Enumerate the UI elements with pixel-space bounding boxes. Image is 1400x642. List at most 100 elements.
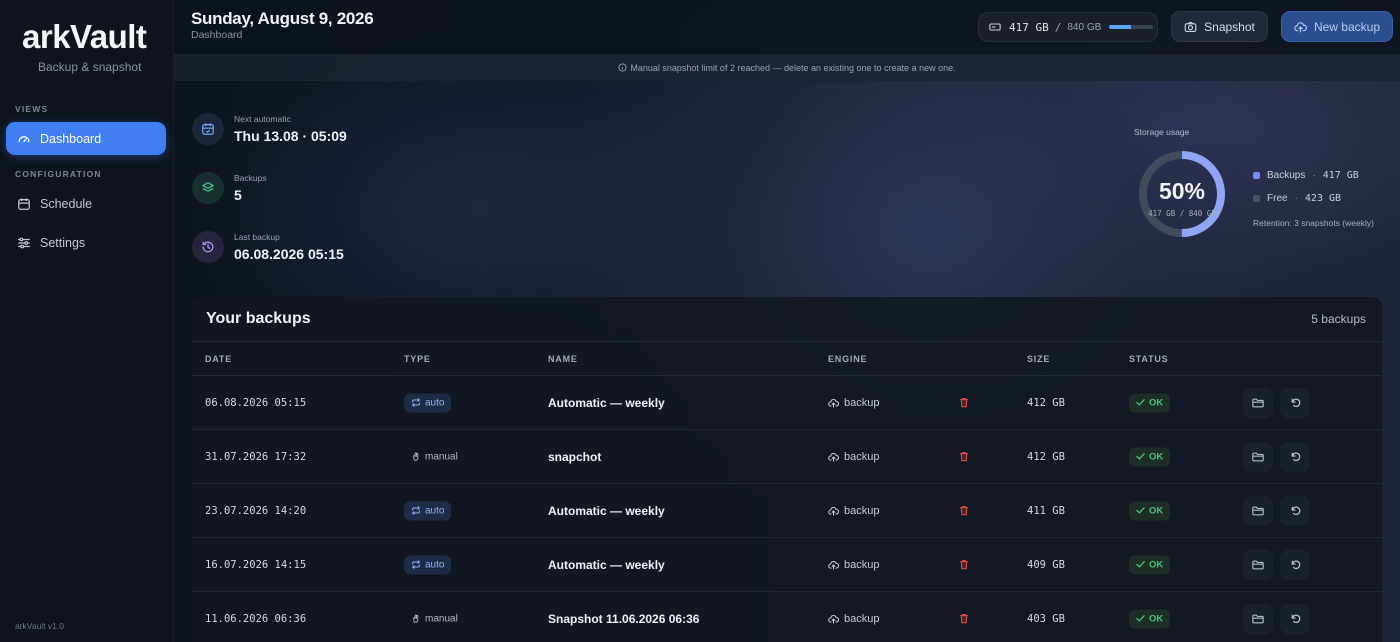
delete-button[interactable] — [959, 505, 971, 517]
legend-swatch — [1253, 195, 1260, 202]
legend-value: 417 GB — [1322, 170, 1359, 181]
storage-detail: 417 GB / 840 GB — [1148, 209, 1216, 218]
trash-icon — [960, 397, 968, 407]
status-label: OK — [1149, 559, 1164, 570]
camera-icon — [1184, 21, 1197, 32]
stat-value: 5 — [234, 187, 242, 203]
backup-engine: backup — [828, 505, 879, 517]
column-header-type: TYPE — [404, 354, 431, 364]
legend-swatch — [1253, 172, 1260, 179]
stat-value: Thu 13.08 · 05:09 — [234, 128, 347, 144]
stat-label: Backups — [234, 173, 267, 183]
sidebar-item-label: Dashboard — [40, 131, 102, 146]
stat-last-backup: Last backup 06.08.2026 05:15 — [192, 231, 344, 263]
status-badge: OK — [1129, 609, 1171, 628]
app-tagline: Backup & snapshot — [38, 60, 142, 74]
stat-label: Last backup — [234, 232, 280, 242]
browse-button[interactable] — [1243, 387, 1273, 418]
status-badge: OK — [1129, 447, 1171, 466]
backup-engine: backup — [828, 397, 879, 409]
breadcrumb: Dashboard — [191, 29, 243, 41]
delete-button[interactable] — [959, 451, 971, 463]
table-row[interactable]: 23.07.2026 14:20 auto Automatic — weekly ba… — [192, 484, 1382, 538]
trash-icon — [960, 505, 968, 515]
backup-date: 31.07.2026 17:32 — [205, 450, 307, 463]
stat-backups: Backups 5 — [192, 172, 267, 204]
check-icon — [1136, 561, 1145, 568]
restore-button[interactable] — [1280, 603, 1310, 634]
status-label: OK — [1149, 451, 1164, 462]
trash-icon — [960, 613, 968, 623]
legend-free: Free · 423 GB — [1253, 193, 1341, 204]
snapshot-button[interactable]: Snapshot — [1171, 11, 1268, 42]
backup-size: 411 GB — [1027, 504, 1065, 517]
column-header-name: NAME — [548, 354, 578, 364]
views-section-label: VIEWS — [15, 104, 49, 114]
legend-name: Free — [1267, 193, 1288, 204]
backup-type-label: auto — [425, 559, 445, 570]
backups-title: Your backups — [206, 310, 311, 327]
column-header-status: STATUS — [1129, 354, 1169, 364]
delete-button[interactable] — [959, 397, 971, 409]
table-row[interactable]: 06.08.2026 05:15 auto Automatic — weekly ba… — [192, 376, 1382, 430]
storage-used: 417 GB — [1009, 20, 1049, 34]
retention-info: Retention: 3 snapshots (weekly) — [1253, 218, 1374, 228]
folder-icon — [1252, 614, 1264, 623]
info-icon — [618, 63, 627, 72]
backup-type-label: manual — [425, 451, 458, 462]
backup-date: 16.07.2026 14:15 — [205, 558, 307, 571]
table-row[interactable]: 11.06.2026 06:36 manual Snapshot 11.06.202… — [192, 592, 1382, 642]
repeat-icon — [411, 398, 421, 407]
sidebar-item-dashboard[interactable]: Dashboard — [6, 122, 166, 155]
status-label: OK — [1149, 505, 1164, 516]
backup-engine: backup — [828, 559, 879, 571]
undo-icon — [1291, 560, 1300, 570]
sidebar-item-label: Settings — [40, 235, 86, 250]
restore-button[interactable] — [1280, 495, 1310, 526]
backup-date: 11.06.2026 06:36 — [205, 612, 307, 625]
delete-button[interactable] — [959, 613, 971, 625]
storage-progress-bar — [1109, 25, 1154, 29]
storage-progress-fill — [1109, 25, 1132, 29]
backup-size: 403 GB — [1027, 612, 1065, 625]
sidebar-item-schedule[interactable]: Schedule — [6, 187, 166, 220]
table-row[interactable]: 31.07.2026 17:32 manual snapchot backup 412 … — [192, 430, 1382, 484]
column-header-date: DATE — [205, 354, 233, 364]
configuration-section-label: CONFIGURATION — [15, 169, 102, 179]
browse-button[interactable] — [1243, 441, 1273, 472]
legend-name: Backups — [1267, 170, 1306, 181]
check-icon — [1136, 507, 1145, 514]
sliders-icon — [18, 237, 30, 248]
hand-icon — [413, 614, 419, 623]
repeat-icon — [411, 506, 421, 515]
backup-type-badge: auto — [404, 393, 452, 412]
sidebar-item-label: Schedule — [40, 196, 93, 211]
backup-name: Snapshot 11.06.2026 06:36 — [548, 611, 700, 626]
legend-value: 423 GB — [1304, 193, 1342, 204]
storage-usage-label: Storage usage — [1134, 127, 1190, 137]
status-badge: OK — [1129, 555, 1171, 574]
undo-icon — [1291, 452, 1300, 462]
backup-engine-label: backup — [844, 612, 880, 625]
new-backup-button[interactable]: New backup — [1281, 11, 1393, 42]
table-row[interactable]: 16.07.2026 14:15 auto Automatic — weekly ba… — [192, 538, 1382, 592]
backup-engine-label: backup — [844, 558, 880, 571]
storage-percent: 50% — [1158, 178, 1206, 204]
backup-engine-label: backup — [844, 450, 880, 463]
backup-engine: backup — [828, 451, 879, 463]
backup-size: 412 GB — [1027, 396, 1065, 409]
sidebar-item-settings[interactable]: Settings — [6, 226, 166, 259]
restore-button[interactable] — [1280, 549, 1310, 580]
restore-button[interactable] — [1280, 387, 1310, 418]
browse-button[interactable] — [1243, 603, 1273, 634]
restore-button[interactable] — [1280, 441, 1310, 472]
folder-icon — [1252, 506, 1264, 515]
column-header-engine: ENGINE — [828, 354, 868, 364]
browse-button[interactable] — [1243, 495, 1273, 526]
folder-icon — [1252, 398, 1264, 407]
cloud-upload-icon — [828, 614, 839, 624]
delete-button[interactable] — [959, 559, 971, 571]
browse-button[interactable] — [1243, 549, 1273, 580]
storage-total: 840 GB — [1067, 21, 1102, 33]
gauge-icon — [18, 135, 30, 142]
